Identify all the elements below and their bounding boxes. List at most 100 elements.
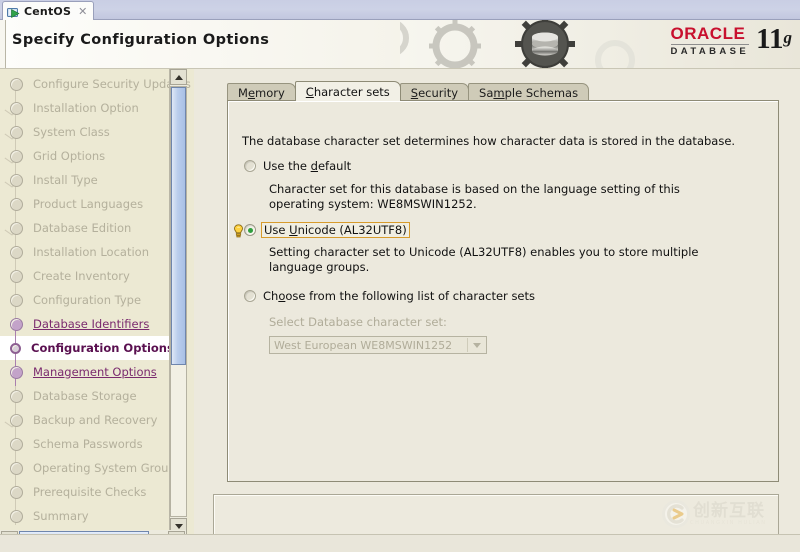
- step-node-icon: [10, 245, 23, 259]
- sidebar-item-grid-options: Grid Options: [0, 144, 186, 168]
- oracle-brand-text: ORACLE: [670, 24, 746, 43]
- option-use-default-label: Use the default: [263, 159, 352, 173]
- tab-sample-schemas[interactable]: Sample Schemas: [468, 83, 590, 101]
- tab-label: Sample Schemas: [479, 85, 579, 100]
- sidebar-item-label: Installation Location: [33, 245, 149, 259]
- chevron-down-icon[interactable]: [467, 338, 485, 352]
- radio-use-default[interactable]: [244, 160, 256, 172]
- scroll-trough-vertical[interactable]: [170, 86, 187, 517]
- step-node-icon: [10, 293, 23, 307]
- sidebar-item-label: Configuration Type: [33, 293, 142, 307]
- oracle-database-text: DATABASE: [670, 46, 750, 57]
- vm-screen-icon: [7, 5, 20, 18]
- sidebar-item-label: Grid Options: [33, 149, 106, 163]
- sidebar-item-label: Management Options: [33, 365, 157, 379]
- sidebar-item-installation-location: Installation Location: [0, 240, 186, 264]
- charset-select-dropdown[interactable]: West European WE8MSWIN1252: [269, 336, 487, 354]
- sidebar-vertical-scrollbar[interactable]: [169, 69, 187, 534]
- sidebar-item-database-storage: Database Storage: [0, 384, 186, 408]
- sidebar-item-summary: Summary: [0, 504, 186, 528]
- sidebar-item-management-options[interactable]: Management Options: [0, 360, 186, 384]
- main-content-area: Memory Character sets Security Sample Schem…: [194, 69, 800, 552]
- page-title: Specify Configuration Options: [12, 32, 270, 48]
- radio-choose-from-list[interactable]: [244, 290, 256, 302]
- tab-character-sets[interactable]: Character sets: [294, 81, 401, 101]
- scroll-thumb-vertical[interactable]: [171, 87, 186, 365]
- oracle-installer-window: CentOS ✕ Specify Configuration Options O…: [0, 0, 800, 552]
- vm-tab-strip: CentOS ✕: [0, 0, 800, 20]
- option-use-unicode[interactable]: Use Unicode (AL32UTF8): [244, 222, 410, 238]
- sidebar-item-label: Database Identifiers: [33, 317, 150, 331]
- step-node-icon: [10, 509, 23, 523]
- oracle-version-number: 11: [756, 23, 784, 55]
- page-banner: Specify Configuration Options ORACLE DAT…: [0, 20, 800, 69]
- vm-tab-label: CentOS: [24, 4, 72, 18]
- oracle-version-suffix: g: [783, 28, 793, 47]
- option-choose-from-list[interactable]: Choose from the following list of charac…: [244, 289, 535, 303]
- step-node-icon: [10, 365, 23, 379]
- watermark-text: 创新互联: [693, 500, 765, 521]
- sidebar-item-installation-option: Installation Option: [0, 96, 186, 120]
- sidebar-item-database-edition: Database Edition: [0, 216, 186, 240]
- sidebar-item-product-languages: Product Languages: [0, 192, 186, 216]
- step-list: Configure Security Updates Installation O…: [0, 72, 191, 528]
- step-node-icon: [10, 461, 23, 475]
- oracle-version: 11 g: [756, 25, 792, 54]
- sidebar-item-system-class: System Class: [0, 120, 186, 144]
- chevron-glyph: [472, 342, 481, 348]
- installer-steps-sidebar: Configure Security Updates Installation O…: [0, 69, 195, 534]
- intro-text: The database character set determines ho…: [242, 134, 736, 148]
- banner-left-rule: [0, 20, 6, 68]
- sidebar-item-create-inventory: Create Inventory: [0, 264, 186, 288]
- sidebar-item-configuration-options[interactable]: Configuration Options: [0, 336, 186, 360]
- step-node-icon: [10, 125, 23, 139]
- radio-use-unicode[interactable]: [244, 224, 256, 236]
- step-node-icon: [10, 389, 23, 403]
- sidebar-item-label: Prerequisite Checks: [33, 485, 147, 499]
- sidebar-item-configuration-type: Configuration Type: [0, 288, 186, 312]
- step-node-icon: [10, 342, 21, 354]
- option-use-default[interactable]: Use the default: [244, 159, 351, 173]
- sidebar-item-label: Summary: [33, 509, 89, 523]
- tab-memory[interactable]: Memory: [227, 83, 296, 101]
- sidebar-item-label: Install Type: [33, 173, 98, 187]
- charset-select-label: Select Database character set:: [269, 315, 447, 329]
- sidebar-item-label: Backup and Recovery: [33, 413, 158, 427]
- option-use-default-description: Character set for this database is based…: [269, 182, 680, 211]
- tab-label: Character sets: [305, 84, 390, 99]
- sidebar-item-install-type: Install Type: [0, 168, 186, 192]
- step-node-icon: [10, 437, 23, 451]
- character-sets-tab-panel: The database character set determines ho…: [227, 100, 779, 482]
- sidebar-item-prerequisite-checks: Prerequisite Checks: [0, 480, 186, 504]
- close-icon[interactable]: ✕: [78, 6, 87, 17]
- sidebar-item-configure-security-updates: Configure Security Updates: [0, 72, 191, 96]
- step-node-icon: [10, 413, 23, 427]
- option-use-unicode-description: Setting character set to Unicode (AL32UT…: [269, 245, 699, 274]
- step-node-icon: [10, 317, 23, 331]
- arrow-up-glyph: [174, 74, 183, 80]
- sidebar-item-database-identifiers[interactable]: Database Identifiers: [0, 312, 186, 336]
- vm-tab-centos[interactable]: CentOS ✕: [2, 1, 95, 20]
- sidebar-item-backup-and-recovery: Backup and Recovery: [0, 408, 186, 432]
- scroll-up-arrow-icon[interactable]: [170, 69, 187, 85]
- sidebar-item-label: Product Languages: [33, 197, 144, 211]
- arrow-down-glyph: [174, 523, 183, 529]
- sidebar-item-label: Database Edition: [33, 221, 132, 235]
- oracle-wordmark: ORACLE DATABASE: [670, 24, 750, 57]
- step-node-icon: [10, 149, 23, 163]
- sidebar-item-schema-passwords: Schema Passwords: [0, 432, 186, 456]
- sidebar-item-label: Schema Passwords: [33, 437, 143, 451]
- oracle-divider: [670, 44, 750, 45]
- window-bottom-strip: [0, 534, 800, 552]
- watermark-text-group: 创新互联 CHUANGXIN HULIAN: [690, 500, 767, 526]
- config-tab-bar: Memory Character sets Security Sample Schem…: [227, 81, 590, 101]
- character-sets-content: The database character set determines ho…: [228, 101, 778, 481]
- tab-label: Memory: [238, 85, 285, 100]
- charset-select-value: West European WE8MSWIN1252: [274, 338, 453, 352]
- sidebar-item-label: Create Inventory: [33, 269, 130, 283]
- sidebar-item-label: Configuration Options: [31, 341, 174, 355]
- sidebar-item-label: Installation Option: [33, 101, 139, 115]
- oracle-logo: ORACLE DATABASE 11 g: [670, 24, 792, 57]
- step-node-icon: [10, 485, 23, 499]
- tab-security[interactable]: Security: [399, 83, 470, 101]
